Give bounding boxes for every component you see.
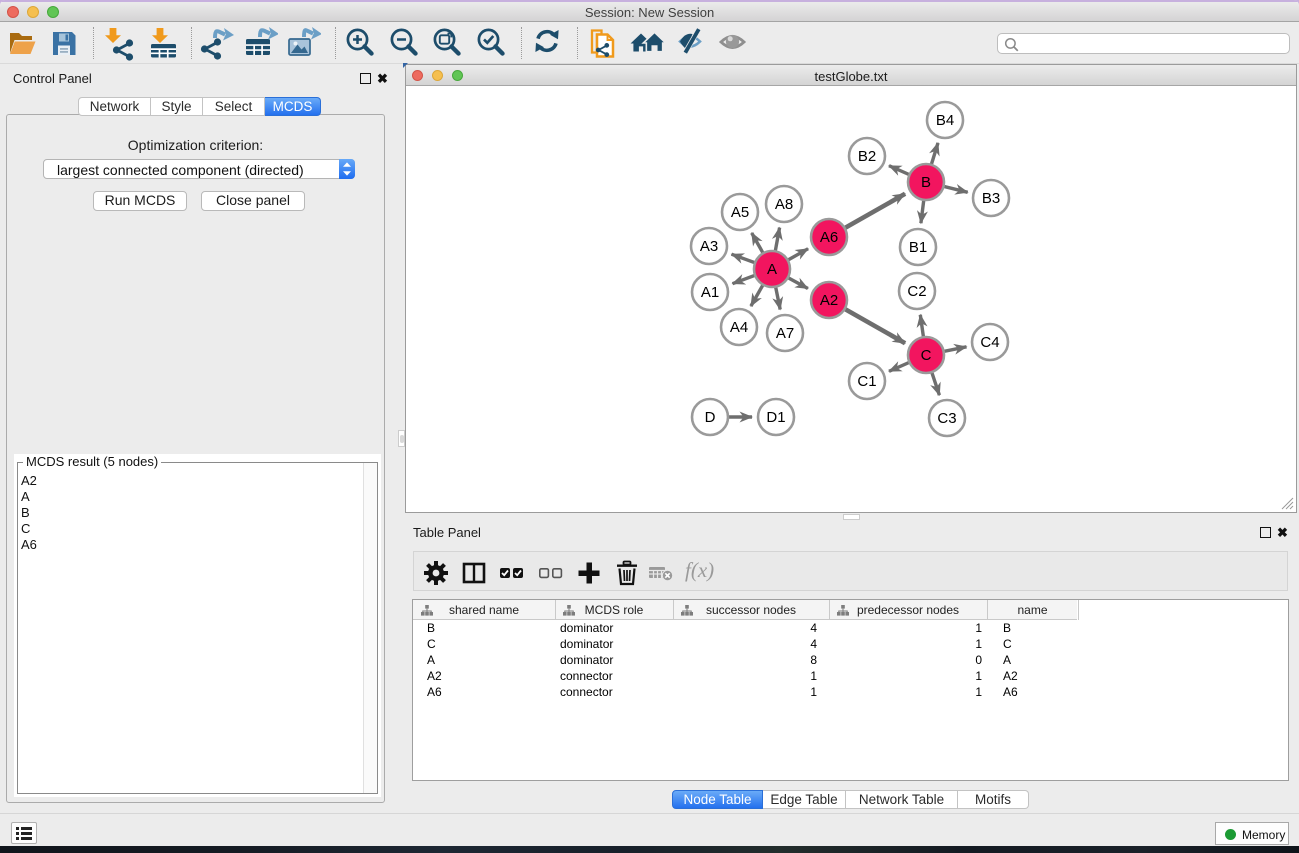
svg-text:C1: C1 [857,373,876,390]
svg-text:A6: A6 [820,229,838,246]
svg-text:A1: A1 [701,284,719,301]
svg-text:D1: D1 [766,409,785,426]
svg-text:B1: B1 [909,239,927,256]
svg-text:A3: A3 [700,238,718,255]
svg-text:C3: C3 [937,410,956,427]
svg-text:B2: B2 [858,148,876,165]
svg-text:B: B [921,174,931,191]
svg-text:A: A [767,261,777,278]
svg-text:B4: B4 [936,112,954,129]
svg-text:A7: A7 [776,325,794,342]
svg-text:A8: A8 [775,196,793,213]
svg-text:C4: C4 [980,334,999,351]
svg-text:A4: A4 [730,319,748,336]
svg-text:D: D [705,409,716,426]
svg-text:C: C [921,347,932,364]
svg-text:C2: C2 [907,283,926,300]
svg-text:A5: A5 [731,204,749,221]
svg-text:A2: A2 [820,292,838,309]
svg-text:B3: B3 [982,190,1000,207]
